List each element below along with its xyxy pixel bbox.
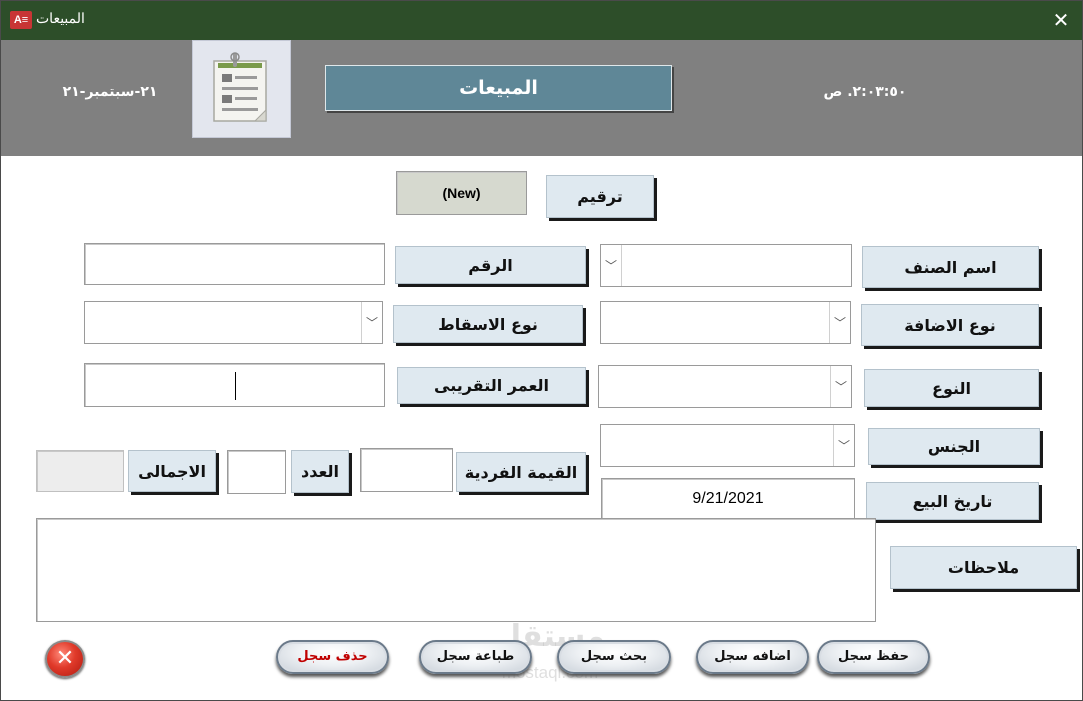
number-label: الرقم: [395, 246, 586, 284]
header-date: ٢١-سبتمبر-٢١: [62, 84, 158, 100]
chevron-down-icon[interactable]: ﹀: [361, 302, 382, 343]
drop-type-combo[interactable]: ﹀: [84, 301, 383, 344]
header-time: ٢:٠٣:٥٠. ص: [823, 84, 907, 100]
chevron-down-icon[interactable]: ﹀: [829, 302, 850, 343]
serial-label: ترقيم: [546, 175, 654, 218]
chevron-down-icon[interactable]: ﹀: [833, 425, 854, 466]
item-name-combo[interactable]: ﹀: [600, 244, 852, 287]
notes-textarea[interactable]: [36, 518, 876, 622]
exit-icon[interactable]: ✕: [45, 640, 85, 678]
chevron-down-icon[interactable]: ﹀: [830, 366, 851, 407]
unit-value-field[interactable]: [360, 448, 453, 492]
item-name-label: اسم الصنف: [862, 246, 1039, 288]
chevron-down-icon[interactable]: ﹀: [601, 245, 622, 286]
sale-date-label: تاريخ البيع: [866, 482, 1039, 520]
approx-age-field[interactable]: [84, 363, 385, 407]
count-label: العدد: [291, 450, 349, 493]
number-field[interactable]: [84, 243, 385, 285]
total-label: الاجمالى: [128, 450, 216, 492]
gender-label: الجنس: [868, 428, 1040, 465]
unit-value-label: القيمة الفردية: [456, 452, 586, 492]
add-record-button[interactable]: اضافه سجل: [696, 640, 809, 674]
addition-type-combo[interactable]: ﹀: [600, 301, 851, 344]
access-app-icon: A≡: [10, 11, 32, 29]
approx-age-label: العمر التقريبى: [397, 367, 586, 404]
print-record-button[interactable]: طباعة سجل: [419, 640, 532, 674]
notes-label: ملاحظات: [890, 546, 1077, 589]
sale-date-field[interactable]: 9/21/2021: [601, 478, 855, 519]
search-record-button[interactable]: بحث سجل: [557, 640, 671, 674]
total-field: [36, 450, 124, 492]
document-icon: [192, 40, 291, 138]
kind-combo[interactable]: ﹀: [598, 365, 852, 408]
count-field[interactable]: [227, 450, 286, 494]
delete-record-button[interactable]: حذف سجل: [276, 640, 389, 674]
text-cursor: [235, 372, 236, 400]
serial-field[interactable]: (New): [396, 171, 527, 215]
window-title: المبيعات: [36, 10, 85, 26]
title-bar: A≡ المبيعات ✕: [0, 0, 1083, 40]
close-icon[interactable]: ✕: [1046, 6, 1076, 34]
addition-type-label: نوع الاضافة: [861, 304, 1039, 346]
form-title: المبيعات: [325, 65, 672, 111]
gender-combo[interactable]: ﹀: [600, 424, 855, 467]
drop-type-label: نوع الاسقاط: [393, 305, 583, 343]
save-record-button[interactable]: حفظ سجل: [817, 640, 930, 674]
kind-label: النوع: [864, 369, 1039, 407]
